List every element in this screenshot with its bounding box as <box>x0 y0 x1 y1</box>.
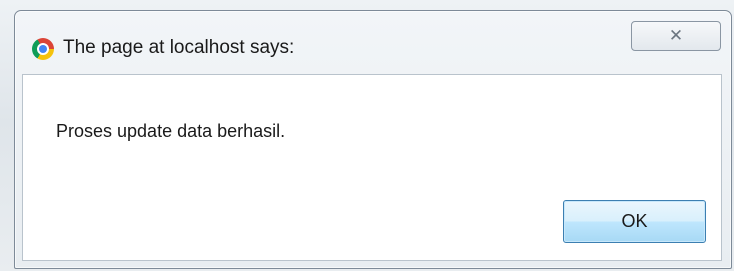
close-icon: ✕ <box>668 26 684 45</box>
dialog-message: Proses update data berhasil. <box>56 121 286 141</box>
ok-button[interactable]: OK <box>563 200 706 243</box>
chrome-icon <box>32 38 54 60</box>
chrome-icon-core <box>39 45 47 53</box>
close-button[interactable]: ✕ <box>631 21 721 51</box>
dialog-content: Proses update data berhasil. OK <box>22 74 722 261</box>
dialog-title: The page at localhost says: <box>63 37 295 58</box>
alert-dialog: The page at localhost says: ✕ Proses upd… <box>14 10 732 269</box>
dialog-titlebar: The page at localhost says: ✕ <box>15 11 731 74</box>
